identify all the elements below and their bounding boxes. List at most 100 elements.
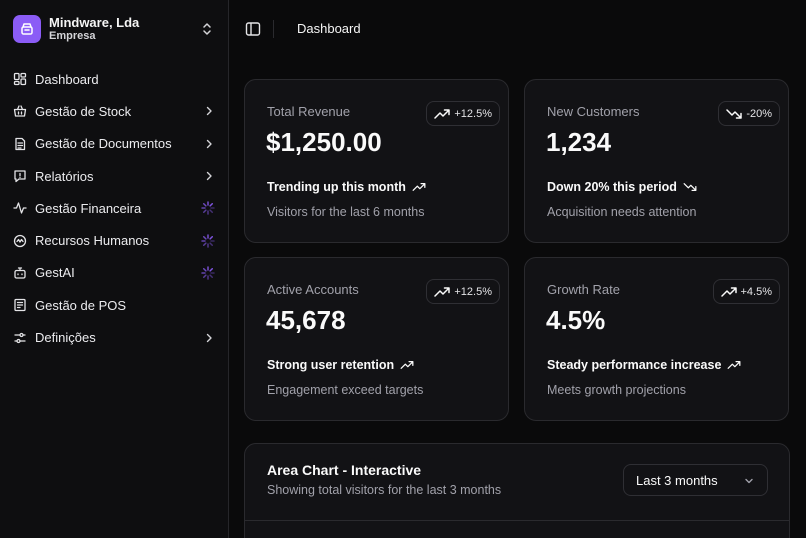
chevron-right-icon <box>206 139 212 148</box>
time-range-select[interactable]: Last 3 months <box>623 464 768 496</box>
stat-footer-title: Down 20% this period <box>547 180 697 194</box>
loader-icon <box>201 266 215 280</box>
nav-trail <box>203 138 215 150</box>
pos-icon <box>13 298 27 312</box>
sidebar-item-gest-o-de-stock[interactable]: Gestão de Stock <box>8 95 220 127</box>
sidebar-item-label: Gestão de Stock <box>35 103 132 119</box>
stat-footer-subtitle: Visitors for the last 6 months <box>267 205 425 219</box>
trending-up-icon <box>434 108 451 119</box>
divider <box>245 520 789 521</box>
stat-footer-title: Steady performance increase <box>547 358 741 372</box>
stat-value: 45,678 <box>266 305 346 335</box>
nav-trail <box>201 201 215 216</box>
trending-down-icon <box>726 108 743 119</box>
org-subtitle: Empresa <box>49 30 96 43</box>
stat-footer-subtitle: Engagement exceed targets <box>267 383 424 397</box>
trend-badge-text: -20% <box>746 107 772 120</box>
sidebar-item-label: Gestão de Documentos <box>35 136 172 152</box>
stat-footer-title-text: Down 20% this period <box>547 180 677 194</box>
trend-badge-text: +12.5% <box>454 107 492 120</box>
stat-footer-title-text: Strong user retention <box>267 358 395 372</box>
chevron-right-icon <box>206 333 212 342</box>
trending-up-icon <box>720 286 737 297</box>
nav-trail <box>201 266 215 280</box>
stat-label: New Customers <box>547 104 640 119</box>
trend-badge: +12.5% <box>426 279 500 304</box>
document-icon <box>13 137 27 151</box>
stat-card-customers: New Customers -20% 1,234 Down 20% this peri… <box>524 79 789 243</box>
loader-icon <box>201 233 215 248</box>
sidebar-item-defini-es[interactable]: Definições <box>8 321 220 353</box>
sidebar-item-gest-o-de-documentos[interactable]: Gestão de Documentos <box>8 128 220 160</box>
trending-up-icon <box>412 183 426 191</box>
stat-footer-title-text: Steady performance increase <box>547 358 722 372</box>
stat-footer-subtitle: Acquisition needs attention <box>547 205 697 219</box>
breadcrumb: Dashboard <box>297 21 361 36</box>
nav-trail <box>203 332 215 344</box>
stat-card-revenue: Total Revenue +12.5% $1,250.00 Trending up … <box>244 79 509 243</box>
basket-icon <box>13 104 27 118</box>
sidebar-item-label: Dashboard <box>35 71 99 87</box>
stat-footer-title-text: Trending up this month <box>267 180 406 194</box>
stat-footer-subtitle: Meets growth projections <box>547 383 686 397</box>
sidebar-item-label: Recursos Humanos <box>35 233 150 249</box>
nav-trail <box>201 233 215 248</box>
chart-subtitle: Showing total visitors for the last 3 mo… <box>267 483 502 497</box>
org-switcher[interactable]: Mindware, Lda Empresa <box>8 8 220 50</box>
sidebar-item-gest-o-financeira[interactable]: Gestão Financeira <box>8 192 220 224</box>
nav-trail <box>203 170 215 182</box>
chart-title: Area Chart - Interactive <box>267 462 422 478</box>
trend-badge-text: +12.5% <box>454 285 492 298</box>
chevron-right-icon <box>206 171 212 181</box>
main-content: Dashboard Total Revenue +12.5% $1,250.00 Tr… <box>229 0 806 538</box>
sidebar-item-label: Gestão Financeira <box>35 200 142 216</box>
sidebar-item-label: Relatórios <box>35 168 94 184</box>
stat-value: 4.5% <box>546 305 606 335</box>
store-icon <box>21 23 33 35</box>
bot-icon <box>13 266 27 280</box>
sidebar: Mindware, Lda Empresa Dashboard Gestão de… <box>0 0 229 538</box>
sidebar-item-gestai[interactable]: GestAI <box>8 257 220 289</box>
stat-footer-title: Strong user retention <box>267 358 414 372</box>
loader-icon <box>201 201 215 216</box>
chevron-down-icon <box>745 478 753 484</box>
nav-trail <box>203 105 215 117</box>
stat-label: Growth Rate <box>547 282 620 297</box>
dashboard-icon <box>13 72 27 86</box>
sidebar-item-dashboard[interactable]: Dashboard <box>8 63 220 95</box>
stat-label: Active Accounts <box>267 282 359 297</box>
time-range-value: Last 3 months <box>636 472 718 488</box>
trending-up-icon <box>727 361 741 369</box>
trend-badge: +12.5% <box>426 101 500 126</box>
sidebar-item-label: Gestão de POS <box>35 297 127 313</box>
stat-value: $1,250.00 <box>266 127 382 157</box>
trending-up-icon <box>434 286 451 297</box>
area-chart-card: Area Chart - Interactive Showing total v… <box>244 443 790 538</box>
trending-up-icon <box>400 361 414 369</box>
divider <box>273 20 274 38</box>
message-alert-icon <box>13 169 27 183</box>
stat-value: 1,234 <box>546 127 612 157</box>
activity-icon <box>13 201 27 215</box>
chevrons-up-down-icon <box>203 23 211 35</box>
stat-card-growth: Growth Rate +4.5% 4.5% Steady performance i… <box>524 257 789 421</box>
org-logo <box>13 15 41 43</box>
sidebar-item-gest-o-de-pos[interactable]: Gestão de POS <box>8 289 220 321</box>
sidebar-item-relat-rios[interactable]: Relatórios <box>8 160 220 192</box>
org-name: Mindware, Lda <box>49 14 140 30</box>
chevron-right-icon <box>206 107 212 116</box>
sidebar-item-recursos-humanos[interactable]: Recursos Humanos <box>8 224 220 256</box>
stat-label: Total Revenue <box>267 104 351 119</box>
stat-card-accounts: Active Accounts +12.5% 45,678 Strong user r… <box>244 257 509 421</box>
settings-sliders-icon <box>13 331 27 345</box>
trend-badge: -20% <box>718 101 780 126</box>
sidebar-toggle-icon[interactable] <box>245 21 261 37</box>
hr-icon <box>13 234 27 248</box>
sidebar-nav: Dashboard Gestão de Stock Gestão de Docume… <box>8 63 220 354</box>
sidebar-item-label: Definições <box>35 330 96 346</box>
top-bar: Dashboard <box>229 0 806 58</box>
stat-footer-title: Trending up this month <box>267 180 426 194</box>
trend-badge-text: +4.5% <box>740 285 773 298</box>
trending-down-icon <box>683 183 697 191</box>
sidebar-item-label: GestAI <box>35 265 75 281</box>
